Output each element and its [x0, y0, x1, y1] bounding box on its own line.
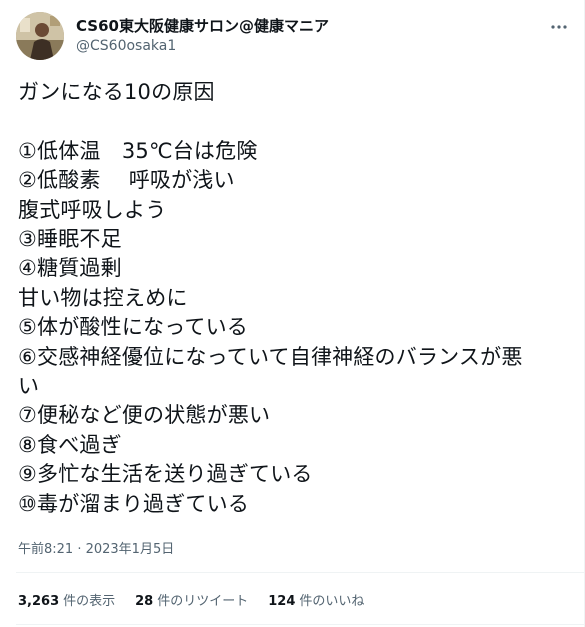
- likes-stat[interactable]: 124 件のいいね: [268, 590, 364, 609]
- tweet-line: ①低体温 35℃台は危険: [18, 138, 258, 163]
- tweet-line: い: [18, 374, 40, 399]
- tweet-line: ⑩毒が溜まり過ぎている: [18, 491, 250, 516]
- retweets-count: 28: [135, 594, 154, 609]
- views-count: 3,263: [18, 594, 60, 609]
- tweet-timestamp[interactable]: 午前8:21 · 2023年1月5日: [18, 538, 174, 557]
- tweet-stats: 3,263 件の表示 28 件のリツイート 124 件のいいね: [18, 590, 384, 609]
- tweet-card: CS60東大阪健康サロン@健康マニア @CS60osaka1 ガンになる10の原…: [0, 0, 585, 627]
- divider: [16, 624, 584, 625]
- divider: [16, 572, 584, 573]
- views-stat[interactable]: 3,263 件の表示: [18, 590, 115, 609]
- tweet-line: ⑧食べ過ぎ: [18, 432, 122, 457]
- retweets-stat[interactable]: 28 件のリツイート: [135, 590, 248, 609]
- retweets-label: 件のリツイート: [157, 594, 249, 609]
- tweet-line: ④糖質過剰: [18, 256, 122, 281]
- likes-count: 124: [268, 594, 296, 609]
- tweet-line: ⑥交感神経優位になっていて自律神経のバランスが悪: [18, 344, 523, 369]
- tweet-text: ガンになる10の原因 ①低体温 35℃台は危険 ②低酸素 呼吸が浅い 腹式呼吸し…: [18, 78, 578, 519]
- tweet-line: ⑦便秘など便の状態が悪い: [18, 403, 271, 428]
- tweet-line: ガンになる10の原因: [18, 80, 215, 104]
- likes-label: 件のいいね: [299, 594, 365, 609]
- tweet-header: CS60東大阪健康サロン@健康マニア @CS60osaka1: [16, 12, 329, 60]
- user-handle[interactable]: @CS60osaka1: [76, 36, 329, 56]
- more-options-icon[interactable]: [548, 16, 570, 38]
- tweet-line: ⑨多忙な生活を送り過ぎている: [18, 462, 313, 487]
- author-names: CS60東大阪健康サロン@健康マニア @CS60osaka1: [76, 16, 329, 56]
- tweet-line: 腹式呼吸しよう: [18, 197, 167, 222]
- tweet-line: 甘い物は控えめに: [18, 285, 188, 310]
- views-label: 件の表示: [63, 594, 116, 609]
- tweet-line: ⑤体が酸性になっている: [18, 315, 248, 340]
- tweet-line: ②低酸素 呼吸が浅い: [18, 168, 235, 193]
- user-avatar-icon[interactable]: [16, 12, 64, 60]
- tweet-line: [18, 107, 578, 136]
- tweet-line: ③睡眠不足: [18, 227, 122, 252]
- display-name[interactable]: CS60東大阪健康サロン@健康マニア: [76, 16, 329, 36]
